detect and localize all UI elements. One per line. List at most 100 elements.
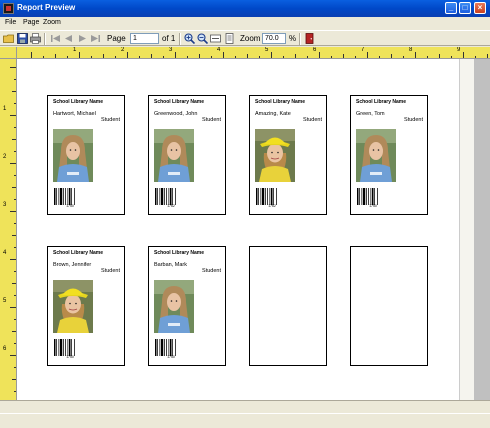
maximize-button[interactable]: □ <box>459 2 471 14</box>
ruler-tick <box>319 52 320 58</box>
last-page-icon[interactable] <box>90 33 101 44</box>
page-label: Page <box>107 34 126 43</box>
student-name: Green, Tom <box>356 111 385 117</box>
vertical-scrollbar[interactable] <box>459 59 474 400</box>
ruler-number: 5 <box>265 47 269 53</box>
save-icon[interactable] <box>17 33 28 44</box>
ruler-number: 1 <box>3 106 7 112</box>
previous-page-icon[interactable] <box>63 33 74 44</box>
zoom-input[interactable]: 70.0 <box>262 33 286 44</box>
student-role: Student <box>303 117 322 123</box>
preview-area[interactable]: School Library Name Hartwort, Michael Stud… <box>17 59 490 400</box>
barcode-number: 1762 <box>167 204 175 208</box>
id-card <box>249 246 327 366</box>
ruler-tick <box>55 54 56 58</box>
id-card: School Library Name Hartwort, Michael Stud… <box>47 95 125 215</box>
ruler-tick <box>31 52 32 58</box>
barcode <box>256 188 288 205</box>
menu-zoom[interactable]: Zoom <box>43 19 61 26</box>
ruler-tick <box>12 283 16 284</box>
title-bar: Report Preview _ □ × <box>0 0 490 17</box>
menu-page[interactable]: Page <box>23 19 39 26</box>
barcode-number: 1750 <box>66 355 74 359</box>
library-name: School Library Name <box>154 99 205 105</box>
ruler-number: 2 <box>121 47 125 53</box>
ruler-number: 6 <box>3 346 7 352</box>
ruler-tick <box>43 56 44 58</box>
ruler-tick <box>91 56 92 58</box>
barcode <box>155 339 187 356</box>
student-photo <box>154 280 194 333</box>
barcode-number: 1762 <box>268 204 276 208</box>
ruler-number: 7 <box>361 47 365 53</box>
ruler-tick <box>247 54 248 58</box>
percent-label: % <box>289 34 297 43</box>
student-photo <box>53 129 93 182</box>
zoom-in-icon[interactable] <box>184 33 195 44</box>
ruler-tick <box>10 307 16 308</box>
status-bar <box>0 413 490 428</box>
ruler-tick <box>175 52 176 58</box>
ruler-tick <box>211 56 212 58</box>
menu-file[interactable]: File <box>5 19 16 26</box>
library-name: School Library Name <box>356 99 407 105</box>
ruler-tick <box>127 52 128 58</box>
menu-bar: File Page Zoom <box>0 17 490 30</box>
id-card: School Library Name Amazing, Kate Student … <box>249 95 327 215</box>
id-card: School Library Name Barban, Mark Student 1… <box>148 246 226 366</box>
student-role: Student <box>101 268 120 274</box>
ruler-number: 6 <box>313 47 317 53</box>
student-name: Barban, Mark <box>154 262 188 268</box>
ruler-tick <box>115 56 116 58</box>
ruler-number: 2 <box>3 154 7 160</box>
ruler-tick <box>14 223 16 224</box>
student-role: Student <box>101 117 120 123</box>
toolbar-separator <box>299 33 301 45</box>
ruler-tick <box>163 56 164 58</box>
toolbar-separator <box>179 33 181 45</box>
first-page-icon[interactable] <box>50 33 61 44</box>
ruler-number: 4 <box>3 250 7 256</box>
ruler-tick <box>331 56 332 58</box>
horizontal-scrollbar[interactable] <box>0 400 490 413</box>
ruler-tick <box>12 331 16 332</box>
open-folder-icon[interactable] <box>3 33 14 44</box>
horizontal-ruler: 1 2 3 4 5 6 7 8 9 <box>17 47 490 59</box>
ruler-tick <box>14 79 16 80</box>
ruler-tick <box>10 355 16 356</box>
ruler-tick <box>14 175 16 176</box>
page-number-input[interactable]: 1 <box>130 33 159 44</box>
library-name: School Library Name <box>154 250 205 256</box>
barcode-number: 1750 <box>167 355 175 359</box>
barcode-number: 1750 <box>66 204 74 208</box>
close-button[interactable]: × <box>474 2 486 14</box>
ruler-tick <box>451 56 452 58</box>
ruler-number: 1 <box>73 47 77 53</box>
minimize-button[interactable]: _ <box>445 2 457 14</box>
toolbar-separator <box>44 33 46 45</box>
zoom-out-icon[interactable] <box>197 33 208 44</box>
ruler-tick <box>14 127 16 128</box>
whole-page-icon[interactable] <box>224 33 235 44</box>
ruler-tick <box>139 56 140 58</box>
ruler-tick <box>403 56 404 58</box>
print-icon[interactable] <box>30 33 41 44</box>
page-width-icon[interactable] <box>210 33 221 44</box>
ruler-tick <box>12 91 16 92</box>
ruler-tick <box>10 163 16 164</box>
exit-door-icon[interactable] <box>304 33 315 44</box>
ruler-tick <box>235 56 236 58</box>
ruler-tick <box>79 52 80 58</box>
ruler-tick <box>14 295 16 296</box>
ruler-tick <box>14 343 16 344</box>
zoom-label: Zoom <box>240 34 261 43</box>
ruler-number: 9 <box>457 47 461 53</box>
ruler-tick <box>223 52 224 58</box>
app-icon <box>3 3 14 14</box>
ruler-tick <box>14 151 16 152</box>
ruler-tick <box>439 54 440 58</box>
id-card <box>350 246 428 366</box>
next-page-icon[interactable] <box>77 33 88 44</box>
student-photo <box>255 129 295 182</box>
ruler-tick <box>391 54 392 58</box>
